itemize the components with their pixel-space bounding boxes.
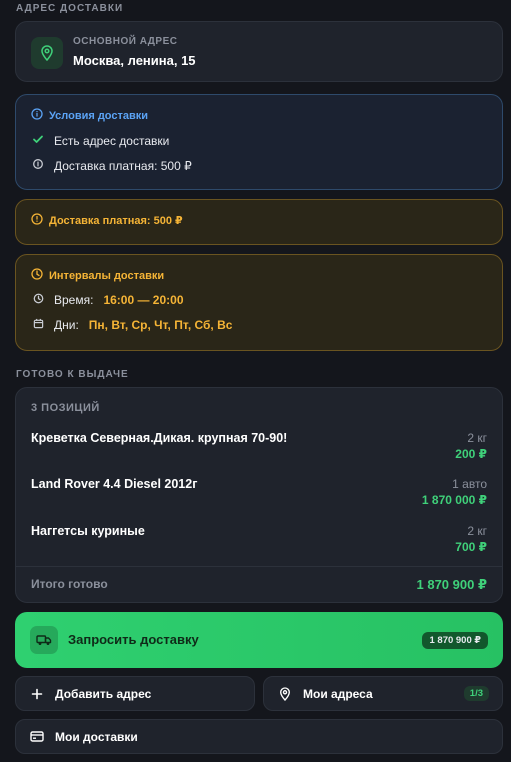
request-delivery-price: 1 870 900 ₽ (422, 632, 488, 649)
interval-time-row: Время: 16:00 — 20:00 (33, 293, 184, 307)
divider (16, 566, 502, 567)
my-deliveries-label: Мои доставки (55, 729, 138, 744)
condition-row: Есть адрес доставки (32, 133, 169, 148)
address-value: Москва, ленина, 15 (73, 53, 196, 68)
truck-icon (30, 626, 58, 654)
days-label: Дни: (54, 318, 79, 332)
condition-row: Доставка платная: 500 ₽ (32, 158, 192, 173)
item-name: Land Rover 4.4 Diesel 2012г (31, 477, 198, 491)
item-name: Наггетсы куриные (31, 524, 145, 538)
days-value: Пн, Вт, Ср, Чт, Пт, Сб, Вс (88, 318, 233, 332)
clock-icon (33, 293, 44, 307)
paid-notice-text: Доставка платная: 500 ₽ (49, 215, 183, 227)
warning-icon (31, 213, 43, 228)
time-value: 16:00 — 20:00 (103, 293, 184, 307)
coin-icon (32, 158, 44, 173)
info-icon (31, 108, 43, 123)
list-item: Наггетсы куриные 2 кг 700 ₽ (31, 524, 487, 564)
item-qty: 1 авто (452, 477, 487, 491)
request-delivery-label: Запросить доставку (68, 632, 199, 647)
total-label: Итого готово (31, 577, 108, 591)
my-addresses-button[interactable]: Мои адреса 1/3 (263, 676, 503, 711)
my-deliveries-button[interactable]: Мои доставки (15, 719, 503, 754)
condition-text: Доставка платная: 500 ₽ (54, 158, 192, 173)
check-icon (32, 133, 44, 148)
delivery-intervals-card: Интервалы доставки Время: 16:00 — 20:00 … (15, 254, 503, 351)
my-addresses-label: Мои адреса (303, 686, 373, 701)
time-label: Время: (54, 293, 94, 307)
clock-icon (31, 268, 43, 283)
intervals-title: Интервалы доставки (49, 269, 165, 282)
add-address-button[interactable]: Добавить адрес (15, 676, 255, 711)
item-price: 700 ₽ (455, 540, 487, 554)
delivery-address-section-title: АДРЕС ДОСТАВКИ (16, 3, 124, 14)
address-label: ОСНОВНОЙ АДРЕС (73, 36, 178, 47)
add-address-label: Добавить адрес (55, 686, 152, 701)
map-pin-icon (277, 686, 293, 701)
calendar-icon (33, 318, 44, 332)
delivery-conditions-card: Условия доставки Есть адрес доставки Дос… (15, 94, 503, 190)
list-item: Land Rover 4.4 Diesel 2012г 1 авто 1 870… (31, 477, 487, 517)
addresses-count-badge: 1/3 (463, 686, 489, 701)
primary-address-card[interactable]: ОСНОВНОЙ АДРЕС Москва, ленина, 15 (15, 21, 503, 82)
conditions-title: Условия доставки (49, 109, 149, 122)
ready-items-card: 3 ПОЗИЦИЙ Креветка Северная.Дикая. крупн… (15, 387, 503, 603)
plus-icon (29, 688, 45, 700)
items-count: 3 ПОЗИЦИЙ (31, 402, 100, 414)
card-icon (29, 731, 45, 742)
list-item: Креветка Северная.Дикая. крупная 70-90! … (31, 431, 487, 471)
map-pin-icon (31, 37, 63, 69)
request-delivery-button[interactable]: Запросить доставку 1 870 900 ₽ (15, 612, 503, 668)
item-price: 1 870 000 ₽ (421, 493, 487, 507)
item-name: Креветка Северная.Дикая. крупная 70-90! (31, 431, 288, 445)
ready-section-title: ГОТОВО К ВЫДАЧЕ (16, 369, 129, 380)
condition-text: Есть адрес доставки (54, 133, 170, 148)
conditions-header: Условия доставки (31, 108, 148, 123)
paid-delivery-notice: Доставка платная: 500 ₽ (15, 199, 503, 245)
interval-days-row: Дни: Пн, Вт, Ср, Чт, Пт, Сб, Вс (33, 318, 232, 332)
item-qty: 2 кг (467, 524, 487, 538)
total-value: 1 870 900 ₽ (416, 577, 488, 592)
item-price: 200 ₽ (455, 447, 487, 461)
item-qty: 2 кг (467, 431, 487, 445)
